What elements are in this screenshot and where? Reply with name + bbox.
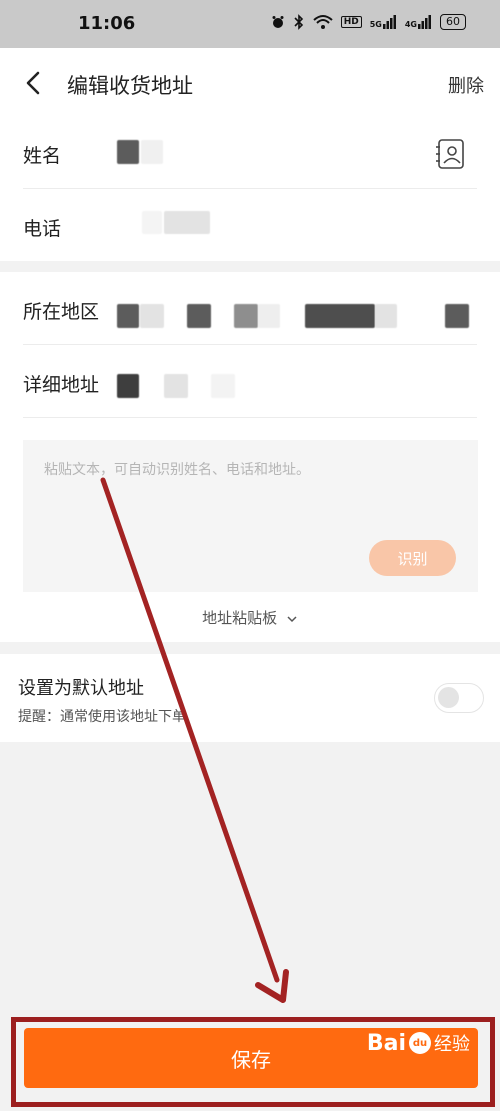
back-arrow-icon[interactable]	[18, 65, 50, 101]
phone-row[interactable]: 电话	[0, 189, 500, 261]
name-value-redacted-tail	[141, 140, 163, 164]
detail-address-row[interactable]: 详细地址	[0, 345, 500, 417]
region-value-redacted-g	[375, 304, 397, 328]
region-value-redacted-b	[140, 304, 164, 328]
region-value-redacted-h	[445, 304, 469, 328]
address-book-icon[interactable]	[434, 137, 468, 171]
wifi-icon	[313, 15, 333, 29]
phone-value-redacted[interactable]	[142, 211, 162, 234]
hd-icon: HD	[340, 16, 362, 28]
bluetooth-icon	[294, 14, 303, 30]
detail-address-value-redacted-c	[211, 374, 235, 398]
name-label: 姓名	[23, 145, 62, 167]
region-label: 所在地区	[23, 301, 100, 323]
detail-address-value-redacted-b	[164, 374, 188, 398]
phone-label: 电话	[23, 218, 62, 240]
name-value-redacted[interactable]	[117, 140, 139, 164]
default-address-toggle[interactable]	[434, 683, 484, 713]
annotation-highlight-frame	[11, 1017, 495, 1107]
page-title: 编辑收货地址	[67, 74, 193, 98]
status-icons: HD 5G 4G 60	[271, 14, 466, 30]
chevron-down-icon	[287, 615, 297, 622]
name-row[interactable]: 姓名	[0, 118, 500, 188]
status-bar: 11:06 HD 5G 4G 60	[0, 0, 500, 48]
detail-address-label: 详细地址	[23, 374, 100, 396]
address-clipboard-toggle[interactable]: 地址粘贴板	[0, 607, 500, 628]
recognize-button[interactable]: 识别	[369, 540, 456, 576]
delete-button[interactable]: 删除	[448, 72, 484, 98]
region-value-redacted-d	[234, 304, 258, 328]
toggle-knob	[438, 687, 459, 708]
region-value-redacted-f	[305, 304, 375, 328]
top-bar: 编辑收货地址 删除	[0, 48, 500, 119]
signal-4g-icon: 4G	[405, 15, 432, 29]
default-address-title: 设置为默认地址	[18, 678, 144, 699]
alarm-icon	[272, 16, 284, 28]
signal-5g-icon: 5G	[370, 15, 397, 29]
region-value-redacted-e	[258, 304, 280, 328]
region-value-redacted[interactable]	[117, 304, 139, 328]
default-address-hint: 提醒：通常使用该地址下单	[18, 709, 186, 725]
paste-text-area[interactable]: 粘贴文本，可自动识别姓名、电话和地址。 识别	[23, 440, 478, 592]
status-time: 11:06	[78, 13, 136, 34]
battery-icon: 60	[440, 14, 466, 30]
phone-value-redacted-2	[164, 211, 210, 234]
divider	[23, 417, 477, 418]
paste-placeholder: 粘贴文本，可自动识别姓名、电话和地址。	[44, 462, 310, 478]
address-clipboard-label: 地址粘贴板	[202, 609, 278, 627]
detail-address-value-redacted[interactable]	[117, 374, 139, 398]
region-value-redacted-c	[187, 304, 211, 328]
